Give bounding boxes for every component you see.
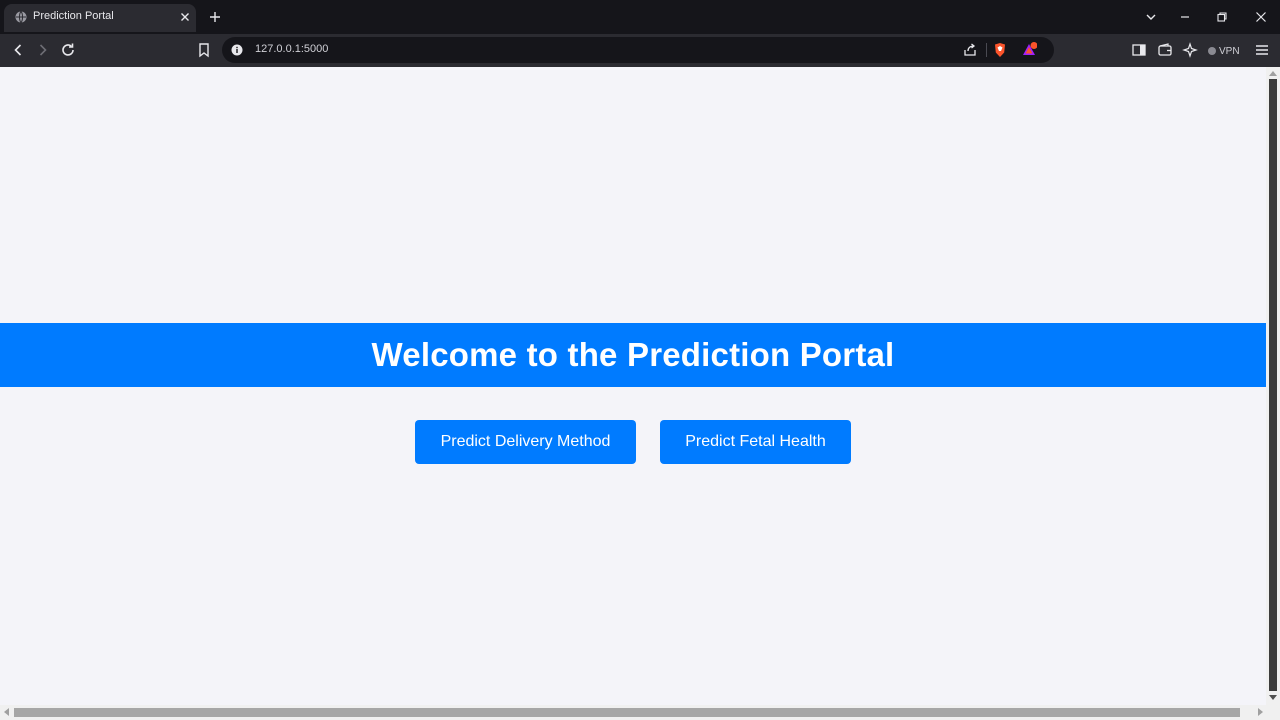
address-bar[interactable]: 127.0.0.1:5000 bbox=[222, 37, 1054, 63]
sidebar-icon[interactable] bbox=[1131, 42, 1147, 58]
browser-toolbar: 127.0.0.1:5000 VPN bbox=[0, 34, 1280, 67]
scroll-left-arrow-icon[interactable] bbox=[4, 708, 9, 716]
tab-search-chevron-icon[interactable] bbox=[1144, 10, 1158, 24]
minimize-icon[interactable] bbox=[1178, 10, 1192, 24]
url-text: 127.0.0.1:5000 bbox=[255, 43, 329, 55]
page-title: Welcome to the Prediction Portal bbox=[371, 336, 895, 373]
brave-rewards-icon[interactable] bbox=[1021, 42, 1037, 58]
wallet-icon[interactable] bbox=[1157, 42, 1173, 58]
share-icon[interactable] bbox=[962, 42, 978, 58]
close-window-icon[interactable] bbox=[1254, 10, 1268, 24]
tab-title: Prediction Portal bbox=[33, 10, 114, 22]
forward-icon[interactable] bbox=[35, 42, 51, 58]
bookmark-icon[interactable] bbox=[196, 42, 212, 58]
restore-icon[interactable] bbox=[1215, 10, 1229, 24]
globe-icon bbox=[15, 11, 27, 23]
vpn-label: VPN bbox=[1219, 45, 1240, 57]
predict-fetal-health-button[interactable]: Predict Fetal Health bbox=[660, 420, 851, 464]
scroll-right-arrow-icon[interactable] bbox=[1258, 708, 1263, 716]
tab-strip: Prediction Portal bbox=[0, 0, 1280, 34]
predict-delivery-method-button[interactable]: Predict Delivery Method bbox=[415, 420, 636, 464]
site-info-icon[interactable] bbox=[231, 44, 243, 56]
back-icon[interactable] bbox=[10, 42, 26, 58]
vertical-scrollbar[interactable] bbox=[1266, 67, 1280, 705]
page-viewport: Welcome to the Prediction Portal Predict… bbox=[0, 67, 1266, 705]
leo-ai-icon[interactable] bbox=[1182, 42, 1198, 58]
close-tab-icon[interactable] bbox=[179, 11, 191, 23]
scroll-up-arrow-icon[interactable] bbox=[1269, 71, 1277, 76]
horizontal-scrollbar[interactable] bbox=[0, 705, 1280, 720]
vertical-scroll-thumb[interactable] bbox=[1269, 79, 1277, 691]
horizontal-scroll-thumb[interactable] bbox=[14, 708, 1240, 717]
page-header-banner: Welcome to the Prediction Portal bbox=[0, 323, 1266, 387]
vpn-button[interactable]: VPN bbox=[1208, 43, 1240, 59]
brave-shields-icon[interactable] bbox=[992, 42, 1008, 58]
browser-tab[interactable]: Prediction Portal bbox=[4, 4, 196, 32]
menu-icon[interactable] bbox=[1254, 42, 1270, 58]
scroll-down-arrow-icon[interactable] bbox=[1269, 695, 1277, 700]
new-tab-icon[interactable] bbox=[208, 10, 222, 24]
vpn-status-icon bbox=[1208, 47, 1216, 55]
reload-icon[interactable] bbox=[60, 42, 76, 58]
address-divider bbox=[986, 43, 987, 57]
